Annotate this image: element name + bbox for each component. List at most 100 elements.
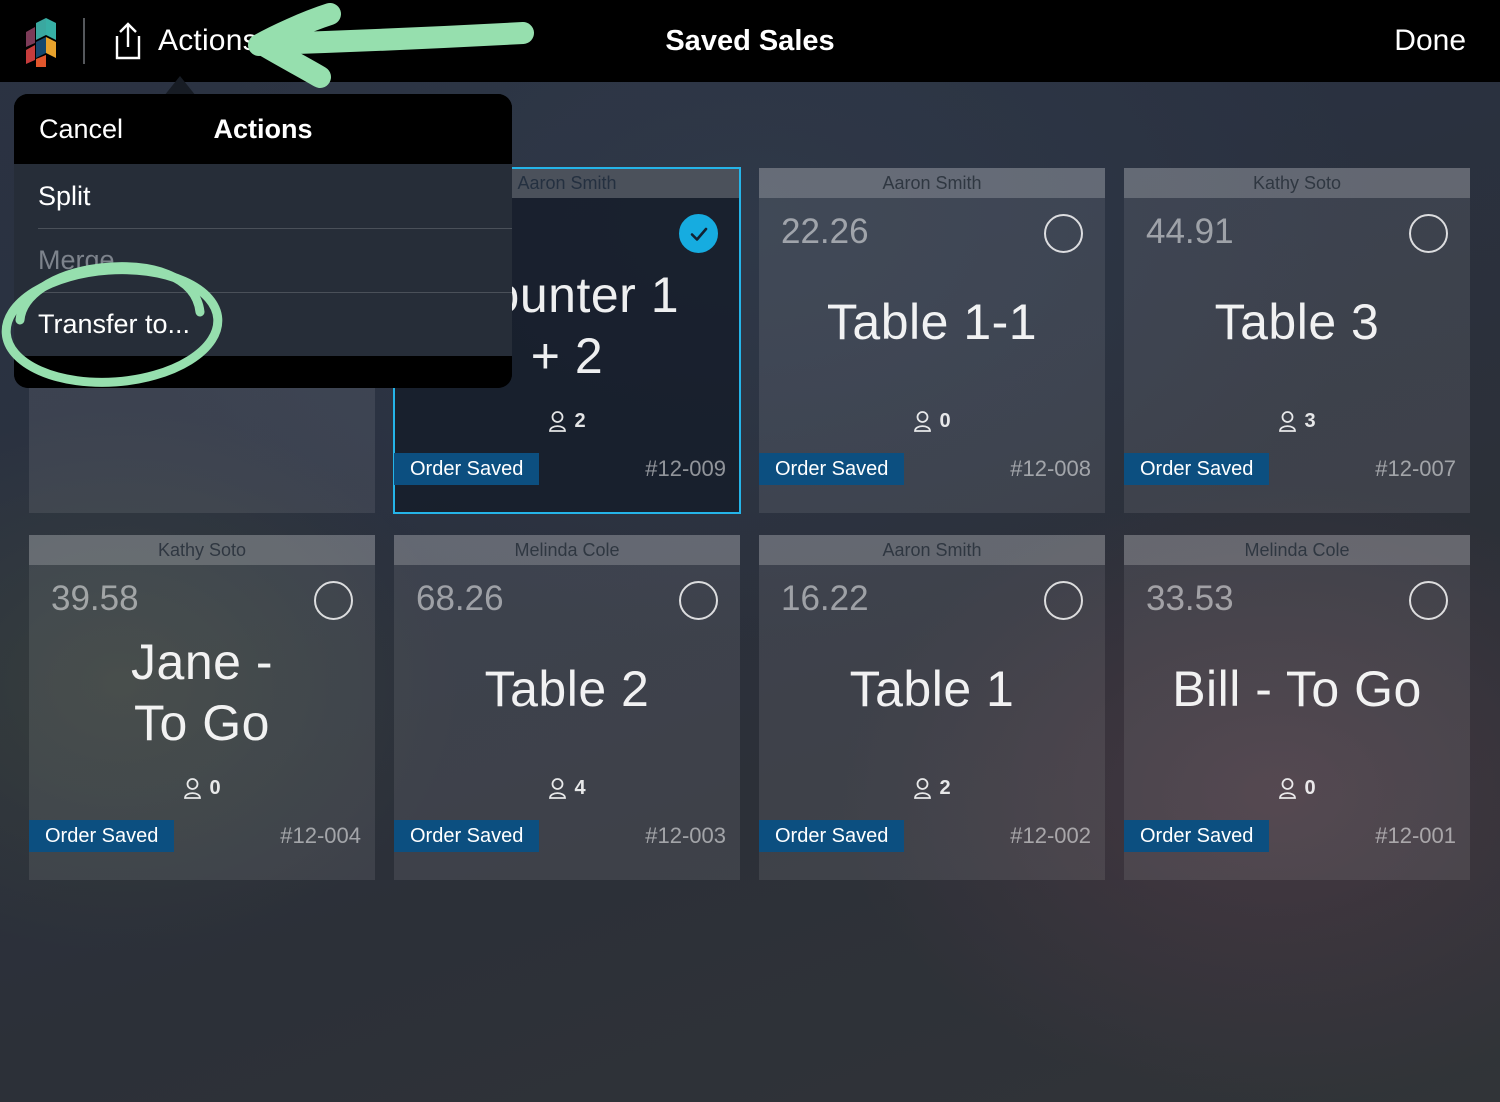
popover-menu-list: Split Merge Transfer to... xyxy=(14,164,512,356)
done-button[interactable]: Done xyxy=(1394,0,1466,82)
sale-card-employee: Melinda Cole xyxy=(1124,535,1470,565)
sale-card[interactable]: Aaron Smith 22.26 Table 1-1 0 Order Saved #12… xyxy=(759,168,1105,513)
sale-card-body: 33.53 Bill - To Go 0 xyxy=(1124,565,1470,820)
popover-item-split[interactable]: Split xyxy=(14,164,512,228)
sale-card-employee: Aaron Smith xyxy=(759,535,1105,565)
sale-card-body: 22.26 Table 1-1 0 xyxy=(759,198,1105,453)
sale-card[interactable]: Melinda Cole 33.53 Bill - To Go 0 Order Save… xyxy=(1124,535,1470,880)
sale-card-title-line: Table 1 xyxy=(849,660,1015,717)
guest-count-value: 0 xyxy=(209,777,221,799)
app-logo xyxy=(23,14,69,68)
sale-card-footer: Order Saved #12-001 xyxy=(1124,820,1470,880)
sale-card-footer: Order Saved #12-009 xyxy=(394,453,740,513)
sale-card-number: #12-001 xyxy=(1375,823,1456,848)
sale-card-employee: Melinda Cole xyxy=(394,535,740,565)
sale-card-title-line: + 2 xyxy=(530,327,604,384)
toolbar-divider xyxy=(83,18,85,64)
sale-card-number: #12-007 xyxy=(1375,456,1456,481)
sale-card-title-line: To Go xyxy=(134,694,270,751)
status-badge: Order Saved xyxy=(394,453,540,485)
sale-card-title: Bill - To Go xyxy=(1124,658,1470,719)
guest-icon xyxy=(1279,778,1297,799)
guest-icon xyxy=(1279,411,1297,432)
sale-card-number: #12-004 xyxy=(280,823,361,848)
popover-item-merge: Merge xyxy=(14,228,512,292)
sale-card-title: Jane - To Go xyxy=(29,632,375,754)
popover-item-transfer-to[interactable]: Transfer to... xyxy=(14,292,512,356)
check-icon xyxy=(690,227,707,241)
guest-count-value: 4 xyxy=(574,777,586,799)
guest-icon xyxy=(549,778,567,799)
sale-card-guest-count: 2 xyxy=(394,410,740,433)
guest-icon xyxy=(184,778,202,799)
sale-card-number: #12-002 xyxy=(1010,823,1091,848)
sale-card-title-line: Table 3 xyxy=(1214,293,1380,350)
sale-card-footer xyxy=(29,453,375,513)
actions-popover: Cancel Actions Split Merge Transfer to... xyxy=(14,94,512,388)
sale-card-amount: 39.58 xyxy=(51,579,139,618)
guest-icon xyxy=(549,411,567,432)
select-circle-icon[interactable] xyxy=(1044,581,1083,620)
guest-count-value: 2 xyxy=(939,777,951,799)
popover-footer xyxy=(14,356,512,388)
sale-card-number: #12-009 xyxy=(645,456,726,481)
sale-card-title: Table 1-1 xyxy=(759,291,1105,352)
guest-count-value: 0 xyxy=(939,410,951,432)
sale-card[interactable]: Kathy Soto 39.58 Jane - To Go 0 Order Saved #1… xyxy=(29,535,375,880)
share-icon xyxy=(115,22,141,60)
guest-count-value: 0 xyxy=(1304,777,1316,799)
sale-card-footer: Order Saved #12-008 xyxy=(759,453,1105,513)
sale-card[interactable]: Aaron Smith 16.22 Table 1 2 Order Saved #12-0… xyxy=(759,535,1105,880)
sale-card-footer: Order Saved #12-003 xyxy=(394,820,740,880)
actions-button-label: Actions xyxy=(158,24,258,57)
guest-icon xyxy=(914,411,932,432)
guest-count-value: 3 xyxy=(1304,410,1316,432)
sale-card[interactable]: Melinda Cole 68.26 Table 2 4 Order Saved #12-… xyxy=(394,535,740,880)
status-badge: Order Saved xyxy=(394,820,540,852)
sale-card-footer: Order Saved #12-004 xyxy=(29,820,375,880)
sale-card-title-line: Bill - To Go xyxy=(1172,660,1422,717)
sale-card-guest-count: 2 xyxy=(759,777,1105,800)
select-circle-icon[interactable] xyxy=(1044,214,1083,253)
sale-card-amount: 16.22 xyxy=(781,579,869,618)
sale-card-number: #12-008 xyxy=(1010,456,1091,481)
popover-header: Cancel Actions xyxy=(14,94,512,164)
status-badge: Order Saved xyxy=(29,820,175,852)
sale-card-title-line: Table 2 xyxy=(484,660,650,717)
select-circle-icon[interactable] xyxy=(1409,581,1448,620)
sale-card-amount: 33.53 xyxy=(1146,579,1234,618)
sale-card-guest-count: 0 xyxy=(759,410,1105,433)
actions-button[interactable]: Actions xyxy=(111,11,258,71)
sale-card-number: #12-003 xyxy=(645,823,726,848)
sale-card-body: 68.26 Table 2 4 xyxy=(394,565,740,820)
sale-card-footer: Order Saved #12-002 xyxy=(759,820,1105,880)
sale-card-body: 16.22 Table 1 2 xyxy=(759,565,1105,820)
selected-check-icon[interactable] xyxy=(679,214,718,253)
sale-card-body: 39.58 Jane - To Go 0 xyxy=(29,565,375,820)
sale-card-guest-count: 3 xyxy=(1124,410,1470,433)
status-badge: Order Saved xyxy=(759,453,905,485)
popover-pointer xyxy=(164,76,196,96)
sale-card-title-line: Jane - xyxy=(131,633,273,690)
sale-card-body: 44.91 Table 3 3 xyxy=(1124,198,1470,453)
status-badge: Order Saved xyxy=(1124,453,1270,485)
sale-card-title-line: Table 1-1 xyxy=(826,293,1038,350)
sale-card-title: Table 3 xyxy=(1124,291,1470,352)
status-badge: Order Saved xyxy=(1124,820,1270,852)
sale-card-amount: 68.26 xyxy=(416,579,504,618)
guest-icon xyxy=(914,778,932,799)
sale-card-guest-count: 0 xyxy=(1124,777,1470,800)
guest-count-value: 2 xyxy=(574,410,586,432)
cancel-button[interactable]: Cancel xyxy=(39,114,123,145)
sale-card[interactable]: Kathy Soto 44.91 Table 3 3 Order Saved #12-00… xyxy=(1124,168,1470,513)
sale-card-footer: Order Saved #12-007 xyxy=(1124,453,1470,513)
select-circle-icon[interactable] xyxy=(679,581,718,620)
sale-card-amount: 44.91 xyxy=(1146,212,1234,251)
sale-card-title: Table 2 xyxy=(394,658,740,719)
select-circle-icon[interactable] xyxy=(1409,214,1448,253)
sale-card-employee: Kathy Soto xyxy=(29,535,375,565)
status-badge: Order Saved xyxy=(759,820,905,852)
top-bar: Actions Saved Sales Done xyxy=(0,0,1500,82)
select-circle-icon[interactable] xyxy=(314,581,353,620)
sale-card-employee: Aaron Smith xyxy=(759,168,1105,198)
